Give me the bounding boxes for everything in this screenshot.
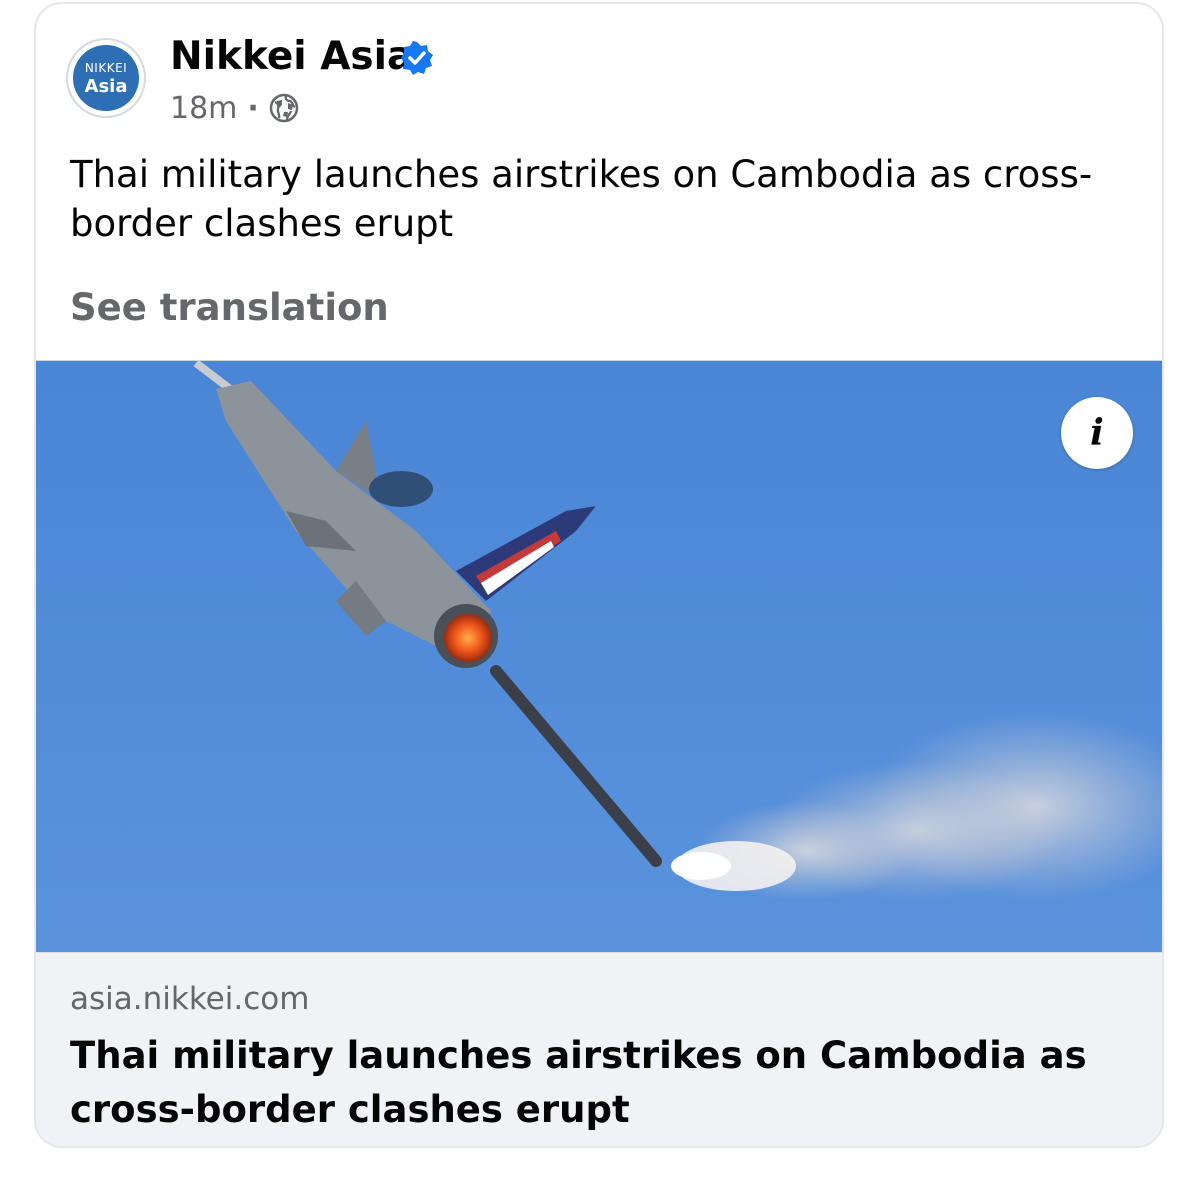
page-avatar[interactable]: NIKKEI Asia [68, 40, 144, 116]
link-title[interactable]: Thai military launches airstrikes on Cam… [70, 1029, 1090, 1137]
info-button[interactable]: i [1061, 397, 1133, 469]
link-domain: asia.nikkei.com [70, 981, 310, 1017]
avatar-logo-line1: NIKKEI [84, 61, 128, 75]
info-icon: i [1090, 412, 1104, 454]
page-name-link[interactable]: Nikkei Asia [170, 34, 413, 79]
nikkei-logo: NIKKEI Asia [73, 45, 139, 111]
post-text: Thai military launches airstrikes on Cam… [70, 153, 1093, 245]
globe-icon[interactable] [269, 93, 299, 123]
link-preview-image[interactable] [36, 360, 1162, 953]
meta-separator: · [247, 90, 259, 126]
avatar-logo-line2: Asia [84, 76, 128, 97]
post-timestamp[interactable]: 18m [170, 91, 237, 126]
link-preview-footer[interactable]: asia.nikkei.com Thai military launches a… [36, 952, 1162, 1146]
see-translation-button[interactable]: See translation [70, 286, 389, 329]
post-card: NIKKEI Asia Nikkei Asia 18m · Thai milit… [34, 2, 1164, 1148]
verified-badge-icon [401, 41, 433, 75]
post-meta: 18m · [170, 90, 299, 126]
